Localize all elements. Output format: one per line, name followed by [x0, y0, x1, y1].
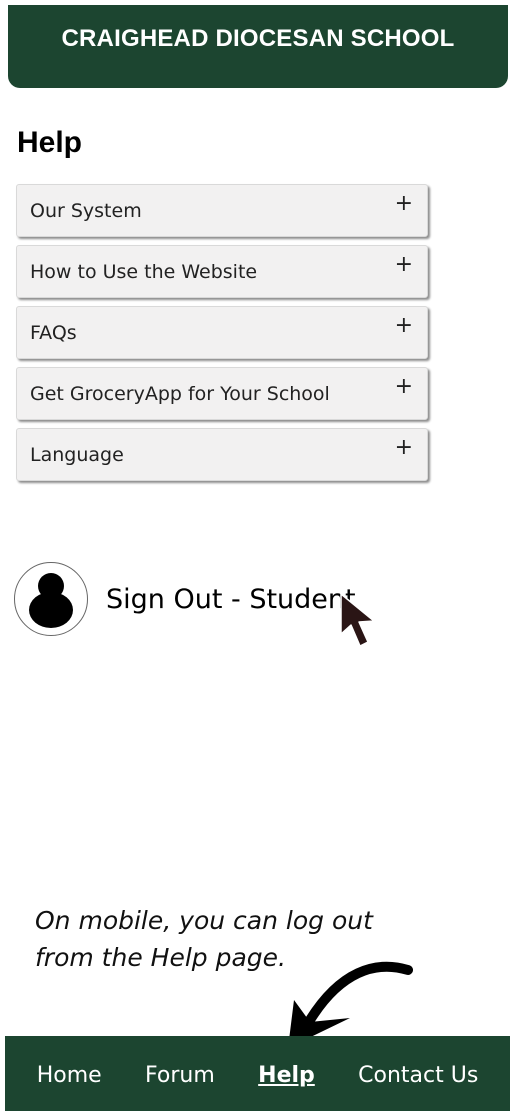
- bottom-navigation: Home Forum Help Contact Us: [5, 1036, 510, 1111]
- accordion-item-how-to-use[interactable]: How to Use the Website +: [16, 245, 428, 298]
- accordion-item-faqs[interactable]: FAQs +: [16, 306, 428, 359]
- accordion-item-our-system[interactable]: Our System +: [16, 184, 428, 237]
- accordion-item-language[interactable]: Language +: [16, 428, 428, 481]
- sign-out-button[interactable]: Sign Out - Student: [14, 561, 356, 637]
- nav-help[interactable]: Help: [258, 1063, 315, 1088]
- mouse-pointer-icon: [338, 592, 380, 654]
- plus-icon[interactable]: +: [395, 437, 413, 459]
- nav-home[interactable]: Home: [37, 1063, 102, 1088]
- accordion-item-get-groceryapp[interactable]: Get GroceryApp for Your School +: [16, 367, 428, 420]
- user-avatar-icon: [14, 562, 88, 636]
- plus-icon[interactable]: +: [395, 376, 413, 398]
- help-accordion: Our System + How to Use the Website + FA…: [16, 184, 428, 489]
- accordion-item-label: How to Use the Website: [30, 261, 258, 283]
- accordion-item-label: Get GroceryApp for Your School: [30, 383, 330, 405]
- page-title: Help: [17, 126, 83, 159]
- plus-icon[interactable]: +: [395, 254, 413, 276]
- app-header: CRAIGHEAD DIOCESAN SCHOOL: [8, 5, 508, 88]
- accordion-item-label: Language: [30, 444, 124, 466]
- accordion-item-label: FAQs: [30, 322, 77, 344]
- accordion-item-label: Our System: [30, 200, 142, 222]
- nav-forum[interactable]: Forum: [145, 1063, 215, 1088]
- plus-icon[interactable]: +: [395, 193, 413, 215]
- nav-contact-us[interactable]: Contact Us: [358, 1063, 478, 1088]
- sign-out-label: Sign Out - Student: [106, 583, 356, 615]
- plus-icon[interactable]: +: [395, 315, 413, 337]
- school-name: CRAIGHEAD DIOCESAN SCHOOL: [61, 25, 455, 52]
